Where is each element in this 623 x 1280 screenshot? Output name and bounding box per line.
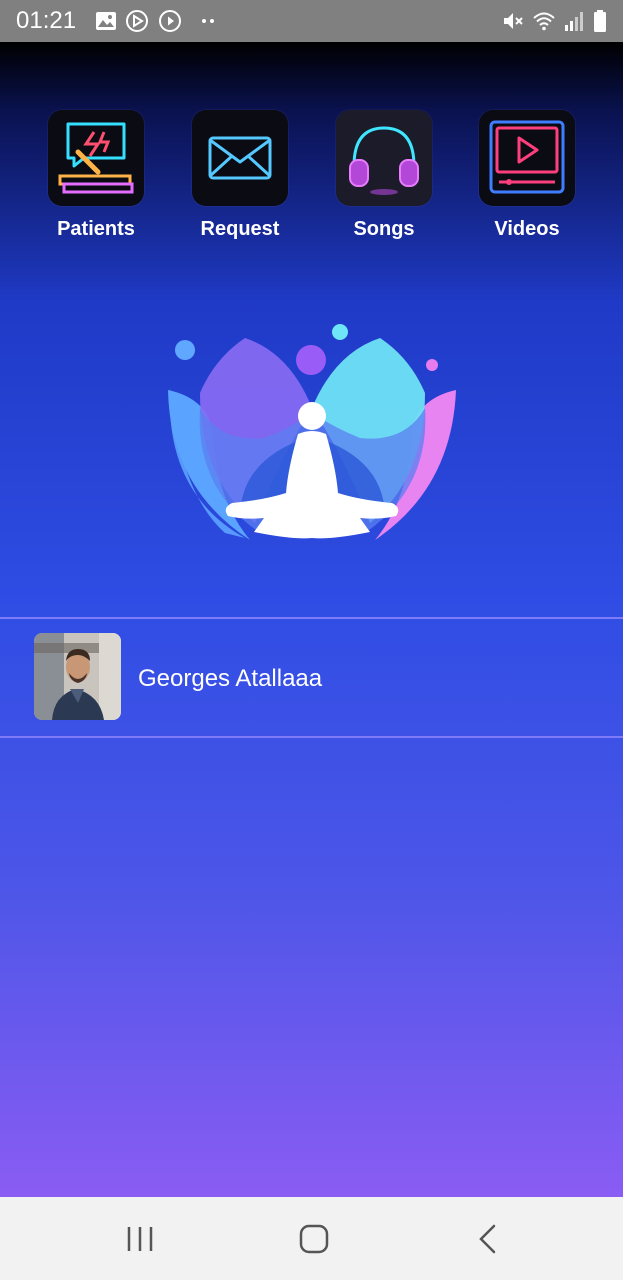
app-content: Patients Request Songs Videos Georges At… xyxy=(0,42,623,1197)
envelope-icon xyxy=(208,136,272,180)
wifi-icon xyxy=(533,12,555,31)
status-time: 01:21 xyxy=(16,7,77,34)
menu-item-songs[interactable]: Songs xyxy=(336,110,432,241)
home-icon[interactable] xyxy=(294,1219,334,1259)
image-icon xyxy=(96,12,116,30)
menu-item-label: Request xyxy=(200,218,280,240)
headphones-icon xyxy=(349,126,419,195)
menu-item-label: Patients xyxy=(57,218,135,240)
video-player-icon xyxy=(489,120,565,194)
status-bar: 01:21 xyxy=(0,0,623,42)
divider xyxy=(0,736,623,738)
play-store-icon xyxy=(126,10,148,32)
signal-icon xyxy=(565,12,583,31)
avatar xyxy=(34,633,121,720)
menu-item-label: Songs xyxy=(353,218,415,240)
menu-item-label: Videos xyxy=(494,218,560,240)
play-circle-icon xyxy=(159,10,181,32)
patient-name: Georges Atallaaa xyxy=(138,665,323,692)
menu-item-patients[interactable]: Patients xyxy=(48,110,144,241)
battery-icon xyxy=(594,10,606,32)
list-item[interactable]: Georges Atallaaa xyxy=(0,619,623,737)
back-icon[interactable] xyxy=(468,1219,508,1259)
patients-icon xyxy=(58,122,134,194)
navigation-bar xyxy=(0,1197,623,1280)
menu-item-request[interactable]: Request xyxy=(192,110,288,241)
mute-icon xyxy=(504,13,523,29)
more-dots-icon xyxy=(202,19,214,23)
meditation-lotus-icon xyxy=(168,324,456,540)
menu-item-videos[interactable]: Videos xyxy=(479,110,575,241)
recent-apps-icon[interactable] xyxy=(120,1219,160,1259)
